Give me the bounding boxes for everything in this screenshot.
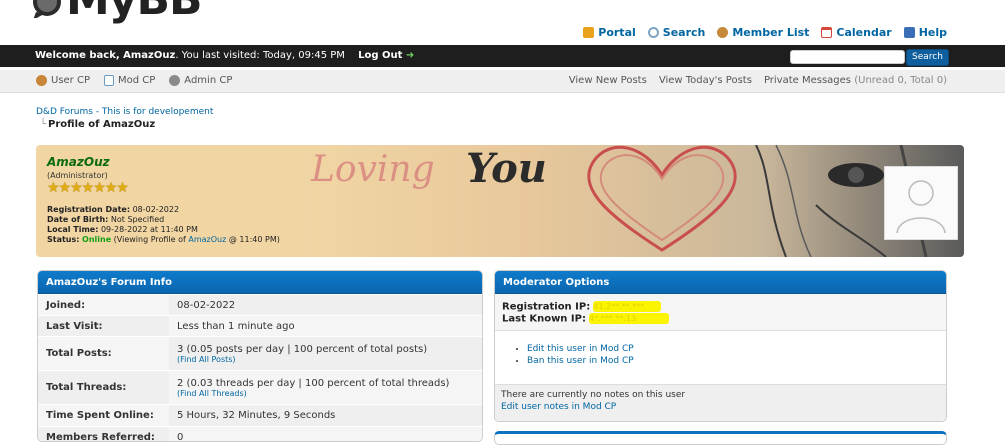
profile-banner: Loving You AmazOuz (Administrator) ★★★★★…	[36, 145, 964, 257]
total-threads-label: Total Threads:	[38, 370, 169, 405]
calendar-link[interactable]: Calendar	[821, 26, 892, 39]
user-notes-text: There are currently no notes on this use…	[501, 390, 686, 400]
admin-cp-icon	[169, 75, 181, 86]
portal-link[interactable]: Portal	[583, 26, 636, 39]
welcome-username[interactable]: AmazOuz	[123, 50, 175, 61]
view-new-posts-link[interactable]: View New Posts	[569, 75, 647, 86]
member-list-icon	[717, 27, 729, 38]
help-icon	[903, 27, 915, 38]
breadcrumb-current: └ Profile of AmazOuz	[40, 119, 156, 130]
total-threads-value: 2 (0.03 threads per day | 100 percent of…	[177, 377, 450, 389]
user-rank-stars-icon: ★★★★★★★	[47, 180, 129, 196]
list-item: Edit this user in Mod CP	[527, 343, 946, 355]
time-online-label: Time Spent Online:	[38, 404, 169, 427]
tree-branch-icon: └	[40, 119, 47, 130]
members-referred-label: Members Referred:	[38, 426, 169, 441]
status-profile-link[interactable]: AmazOuz	[188, 235, 226, 244]
status-online: Online	[82, 235, 112, 244]
portal-icon	[583, 27, 595, 38]
profile-details: Registration Date: 08-02-2022 Date of Bi…	[47, 205, 280, 244]
search-button[interactable]: Search	[906, 49, 949, 66]
table-row: Total Posts: 3 (0.05 posts per day | 100…	[38, 336, 482, 371]
help-link[interactable]: Help	[903, 26, 947, 39]
private-messages-link[interactable]: Private Messages (Unread 0, Total 0)	[764, 75, 947, 86]
admin-cp-link[interactable]: Admin CP	[169, 75, 232, 86]
avatar[interactable]	[884, 166, 958, 240]
list-item: Ban this user in Mod CP	[527, 355, 946, 367]
calendar-icon	[821, 27, 833, 38]
mod-cp-link[interactable]: Mod CP	[103, 75, 155, 86]
table-row: Joined: 08-02-2022	[38, 294, 482, 316]
user-notes: There are currently no notes on this use…	[495, 384, 946, 421]
breadcrumb-forum-link[interactable]: D&D Forums - This is for developement	[36, 107, 213, 117]
moderator-options-title: Moderator Options	[495, 271, 946, 294]
welcome-message: Welcome back, AmazOuz. You last visited:…	[35, 50, 415, 61]
search-input[interactable]	[790, 50, 905, 64]
logout-arrow-icon: ➜	[405, 50, 415, 61]
table-row: Last Visit: Less than 1 minute ago	[38, 315, 482, 337]
top-links: Portal Search Member List Calendar Help	[583, 26, 947, 39]
last-visit-value: Less than 1 minute ago	[169, 315, 482, 337]
members-referred-value: 0	[169, 426, 482, 441]
total-posts-label: Total Posts:	[38, 336, 169, 371]
next-panel-header	[494, 431, 947, 445]
profile-username: AmazOuz	[47, 155, 110, 169]
total-posts-value: 3 (0.05 posts per day | 100 percent of t…	[177, 343, 428, 355]
table-row: Time Spent Online: 5 Hours, 32 Minutes, …	[38, 404, 482, 427]
ban-user-mod-cp-link[interactable]: Ban this user in Mod CP	[527, 356, 634, 366]
welcome-bar: Welcome back, AmazOuz. You last visited:…	[0, 45, 1005, 67]
time-online-value: 5 Hours, 32 Minutes, 9 Seconds	[169, 404, 482, 427]
table-row: Total Threads: 2 (0.03 threads per day |…	[38, 370, 482, 405]
search-icon	[647, 27, 659, 38]
moderator-actions-list: Edit this user in Mod CP Ban this user i…	[495, 343, 946, 367]
banner-text-you: You	[466, 145, 547, 192]
logo-speech-bubble-icon	[33, 0, 61, 18]
ip-info: Registration IP: 41.2**.**.*** Last Know…	[495, 294, 946, 331]
default-avatar-icon	[896, 180, 946, 234]
profile-role: (Administrator)	[47, 171, 108, 180]
joined-label: Joined:	[38, 294, 169, 316]
moderator-options-panel: Moderator Options Registration IP: 41.2*…	[494, 270, 947, 422]
banner-text-loving: Loving	[311, 149, 435, 190]
forum-info-title: AmazOuz's Forum Info	[38, 271, 482, 294]
last-visit-label: Last Visit:	[38, 315, 169, 337]
mod-cp-icon	[103, 75, 114, 86]
view-todays-posts-link[interactable]: View Today's Posts	[659, 75, 752, 86]
find-all-posts-link[interactable]: (Find All Posts)	[177, 355, 474, 364]
user-cp-link[interactable]: User CP	[36, 75, 90, 86]
pm-counts: (Unread 0, Total 0)	[854, 75, 947, 86]
table-row: Members Referred: 0	[38, 426, 482, 441]
user-cp-icon	[36, 75, 47, 86]
forum-info-table: Joined: 08-02-2022 Last Visit: Less than…	[38, 294, 482, 441]
member-list-link[interactable]: Member List	[717, 26, 809, 39]
joined-value: 08-02-2022	[169, 294, 482, 316]
last-known-ip-redacted: 4*.***.**.13	[589, 312, 670, 324]
edit-user-notes-link[interactable]: Edit user notes in Mod CP	[501, 402, 616, 412]
forum-info-panel: AmazOuz's Forum Info Joined: 08-02-2022 …	[37, 270, 483, 442]
breadcrumb: D&D Forums - This is for developement └ P…	[36, 107, 213, 130]
search-link[interactable]: Search	[647, 26, 705, 39]
user-navbar: User CP Mod CP Admin CP View New Posts V…	[0, 70, 1005, 93]
find-all-threads-link[interactable]: (Find All Threads)	[177, 389, 474, 398]
registration-ip-redacted: 41.2**.**.***	[593, 301, 662, 312]
edit-user-mod-cp-link[interactable]: Edit this user in Mod CP	[527, 344, 634, 354]
logo-text: MyBB	[66, 0, 203, 24]
logout-link[interactable]: Log Out ➜	[358, 50, 414, 61]
